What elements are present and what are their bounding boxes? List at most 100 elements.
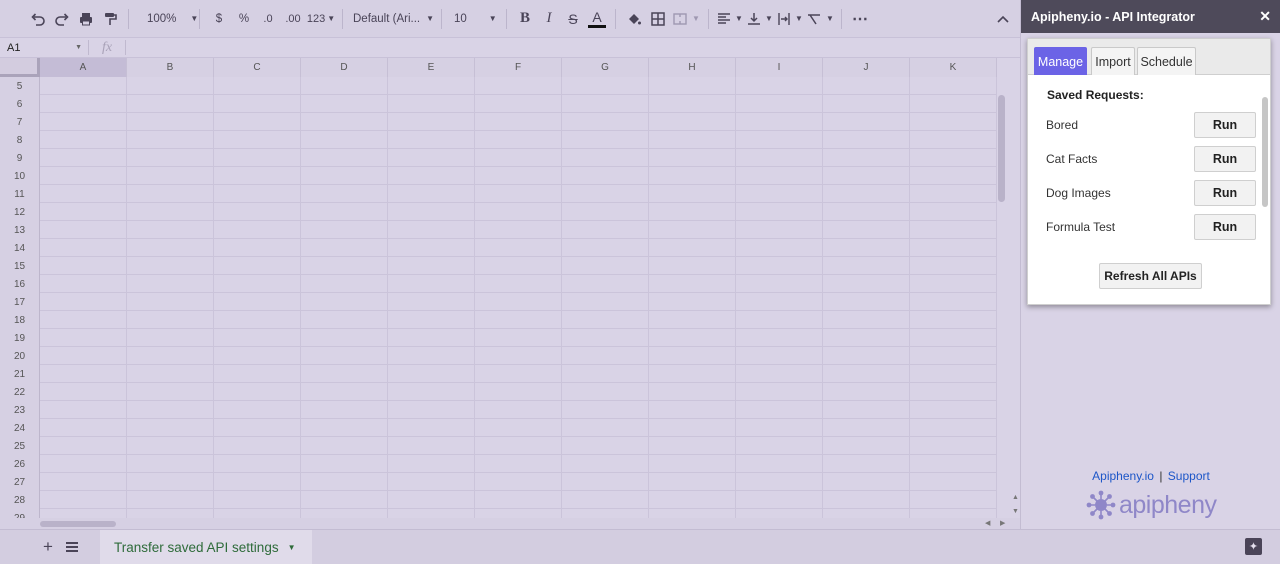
cell[interactable] [301,185,388,203]
cell[interactable] [562,257,649,275]
cell[interactable] [823,221,910,239]
cell[interactable] [562,347,649,365]
cell[interactable] [562,329,649,347]
cell[interactable] [475,437,562,455]
cell[interactable] [214,275,301,293]
cell[interactable] [475,113,562,131]
cell[interactable] [562,491,649,509]
cell[interactable] [823,203,910,221]
cell[interactable] [823,131,910,149]
cell[interactable] [562,113,649,131]
cell[interactable] [127,455,214,473]
cell[interactable] [562,149,649,167]
cell[interactable] [823,509,910,518]
cell[interactable] [127,293,214,311]
cell[interactable] [301,437,388,455]
cell[interactable] [910,509,997,518]
cell[interactable] [910,365,997,383]
cell[interactable] [736,419,823,437]
cell[interactable] [649,365,736,383]
cell[interactable] [475,473,562,491]
cell[interactable] [562,419,649,437]
row-header[interactable]: 29 [0,509,40,518]
cell[interactable] [562,95,649,113]
sheet-tab[interactable]: Transfer saved API settings ▼ [100,530,312,564]
tab-manage[interactable]: Manage [1034,47,1087,75]
cell[interactable] [823,167,910,185]
cell[interactable] [475,221,562,239]
run-button[interactable]: Run [1194,180,1256,206]
cell[interactable] [388,419,475,437]
cell[interactable] [214,329,301,347]
cell[interactable] [475,167,562,185]
cell[interactable] [823,149,910,167]
cell[interactable] [649,311,736,329]
cell[interactable] [736,239,823,257]
cell[interactable] [736,131,823,149]
cell[interactable] [823,311,910,329]
row-header[interactable]: 15 [0,257,40,275]
cell[interactable] [127,77,214,95]
cell[interactable] [562,221,649,239]
cell[interactable] [301,365,388,383]
support-link[interactable]: Support [1168,469,1210,483]
cell[interactable] [910,311,997,329]
cell[interactable] [649,437,736,455]
cell[interactable] [127,509,214,518]
cell[interactable] [214,257,301,275]
row-header[interactable]: 9 [0,149,40,167]
cell[interactable] [562,455,649,473]
cell[interactable] [649,149,736,167]
cell[interactable] [40,365,127,383]
cell[interactable] [127,365,214,383]
panel-scrollbar[interactable] [1260,75,1270,305]
cell[interactable] [736,257,823,275]
cell[interactable] [649,509,736,518]
cell[interactable] [649,77,736,95]
cell[interactable] [649,329,736,347]
cell[interactable] [214,239,301,257]
cell[interactable] [649,185,736,203]
cell[interactable] [475,401,562,419]
cell[interactable] [388,473,475,491]
cell[interactable] [910,131,997,149]
cell[interactable] [475,257,562,275]
cell[interactable] [910,95,997,113]
cell[interactable] [736,275,823,293]
cell[interactable] [823,257,910,275]
add-sheet-button[interactable]: + [38,537,58,557]
cell[interactable] [388,329,475,347]
cell[interactable] [388,509,475,518]
cell[interactable] [475,185,562,203]
row-header[interactable]: 23 [0,401,40,419]
row-header[interactable]: 16 [0,275,40,293]
formula-input[interactable] [126,38,1020,57]
cell[interactable] [214,473,301,491]
cell[interactable] [910,113,997,131]
cell[interactable] [301,203,388,221]
cell[interactable] [301,509,388,518]
cell[interactable] [301,113,388,131]
cell[interactable] [562,473,649,491]
cell[interactable] [40,401,127,419]
cell[interactable] [649,473,736,491]
cell[interactable] [736,95,823,113]
cell[interactable] [214,365,301,383]
cell[interactable] [40,185,127,203]
row-header[interactable]: 12 [0,203,40,221]
cell[interactable] [214,293,301,311]
cell[interactable] [40,329,127,347]
cell[interactable] [388,347,475,365]
cell[interactable] [388,293,475,311]
cell[interactable] [40,437,127,455]
cell[interactable] [301,311,388,329]
cell[interactable] [910,149,997,167]
cell[interactable] [910,491,997,509]
cell[interactable] [475,149,562,167]
refresh-all-button[interactable]: Refresh All APIs [1099,263,1202,289]
cell[interactable] [910,203,997,221]
paint-format-icon[interactable] [98,6,122,32]
cell[interactable] [40,473,127,491]
cell[interactable] [649,239,736,257]
cell[interactable] [649,257,736,275]
